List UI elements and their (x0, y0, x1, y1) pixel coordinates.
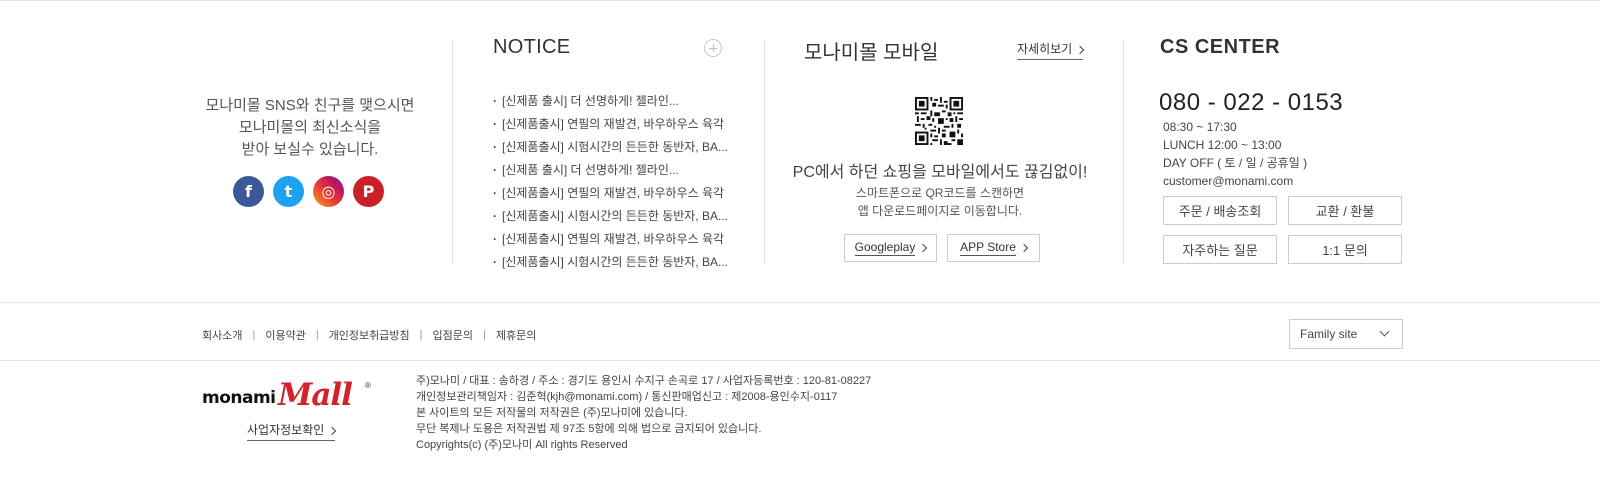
cs-lunch: LUNCH 12:00 ~ 13:00 (1163, 138, 1282, 152)
family-site-select[interactable]: Family site (1289, 319, 1403, 349)
footer-link-partnership[interactable]: 제휴문의 (496, 327, 536, 343)
sns-text-line: 모나미몰 SNS와 친구를 맺으시면 (205, 97, 415, 114)
footer-link-company[interactable]: 회사소개 (202, 327, 242, 343)
cs-email: customer@monami.com (1163, 174, 1294, 188)
notice-item[interactable]: [신제품출시] 연필의 재발견, 바우하우스 육각 (493, 230, 728, 253)
family-site-label: Family site (1300, 327, 1358, 341)
mobile-more-label: 자세히보기 (1017, 42, 1073, 56)
mobile-sub-line: 스마트폰으로 QR코드를 스캔하면 (855, 186, 1025, 200)
mobile-headline: PC에서 하던 쇼핑을 모바일에서도 끊김없이! (792, 164, 1088, 181)
chevron-right-icon (1075, 45, 1085, 55)
qr-code-icon (915, 97, 963, 145)
business-info-label: 사업자정보확인 (247, 423, 325, 437)
column-divider (764, 40, 765, 264)
googleplay-label: Googleplay (854, 240, 916, 256)
cs-phone-number: 080 - 022 - 0153 (1159, 89, 1344, 116)
company-info: 주)모나미 / 대표 : 송하경 / 주소 : 경기도 용인시 수지구 손곡로 … (416, 373, 871, 453)
logo-mall-text: Mall (278, 377, 353, 413)
nav-bottom-divider (0, 360, 1600, 361)
chevron-right-icon (1019, 243, 1029, 253)
chevron-down-icon (1379, 326, 1390, 337)
notice-item[interactable]: [신제품출시] 시험시간의 든든한 동반자, BA... (493, 138, 728, 161)
cs-center-title: CS CENTER (1160, 36, 1281, 58)
nav-top-divider (0, 302, 1600, 303)
column-divider (1123, 40, 1124, 264)
company-info-line: 개인정보관리책임자 : 김준혁(kjh@monami.com) / 통신판매업신… (416, 391, 838, 403)
footer-nav-separator: | (483, 329, 486, 341)
footer-nav-separator: | (252, 329, 256, 341)
mobile-title: 모나미몰 모바일 (804, 42, 939, 64)
footer-nav-separator: | (419, 329, 423, 341)
order-delivery-button[interactable]: 주문 / 배송조회 (1163, 196, 1277, 225)
cs-hours: 08:30 ~ 17:30 (1163, 120, 1237, 134)
mobile-more-link[interactable]: 자세히보기 (1017, 40, 1085, 60)
appstore-button[interactable]: APP Store (947, 234, 1040, 262)
notice-item[interactable]: [신제품출시] 시험시간의 든든한 동반자, BA... (493, 253, 728, 276)
company-info-line: 주)모나미 / 대표 : 송하경 / 주소 : 경기도 용인시 수지구 손곡로 … (416, 375, 872, 387)
twitter-icon[interactable]: t (273, 176, 304, 207)
exchange-refund-button[interactable]: 교환 / 환불 (1288, 196, 1402, 225)
notice-list: [신제품 출시] 더 선명하게! 젤라인... [신제품출시] 연필의 재발견,… (493, 92, 728, 276)
footer-link-store-inquiry[interactable]: 입점문의 (433, 327, 473, 343)
sns-text-line: 모나미몰의 최신소식을 (238, 119, 382, 136)
company-info-line: 본 사이트의 모든 저작물의 저작권은 (주)모나미에 있습니다. (416, 407, 688, 419)
sns-description: 모나미몰 SNS와 친구를 맺으시면 모나미몰의 최신소식을 받아 보실수 있습… (180, 95, 440, 161)
company-info-line: 무단 복제나 도용은 저작권법 제 97조 5항에 의해 법으로 금지되어 있습… (416, 423, 762, 435)
business-info-check-link[interactable]: 사업자정보확인 (247, 421, 337, 441)
mobile-sub-line: 앱 다운로드페이지로 이동합니다. (857, 204, 1023, 218)
cs-dayoff: DAY OFF ( 토 / 일 / 공휴일 ) (1163, 156, 1308, 170)
facebook-icon[interactable]: f (233, 176, 264, 207)
footer-link-privacy[interactable]: 개인정보취급방침 (329, 327, 410, 343)
appstore-label: APP Store (960, 240, 1016, 256)
logo-registered-mark: ® (365, 381, 371, 390)
googleplay-button[interactable]: Googleplay (844, 234, 937, 262)
footer-nav: 회사소개 | 이용약관 | 개인정보취급방침 | 입점문의 | 제휴문의 (202, 327, 536, 343)
notice-item[interactable]: [신제품 출시] 더 선명하게! 젤라인... (493, 92, 728, 115)
copyright-line: Copyrights(c) (주)모나미 All rights Reserved (416, 439, 628, 451)
column-divider (452, 40, 453, 264)
one-to-one-inquiry-button[interactable]: 1:1 문의 (1288, 235, 1402, 264)
cs-info: 08:30 ~ 17:30 LUNCH 12:00 ~ 13:00 DAY OF… (1163, 118, 1307, 190)
pinterest-icon[interactable]: P (353, 176, 384, 207)
faq-button[interactable]: 자주하는 질문 (1163, 235, 1277, 264)
logo-monami-text: monami (202, 388, 276, 408)
chevron-right-icon (328, 426, 337, 436)
notice-item[interactable]: [신제품출시] 연필의 재발견, 바우하우스 육각 (493, 184, 728, 207)
sns-text-line: 받아 보실수 있습니다. (241, 141, 379, 158)
notice-more-plus-icon[interactable] (704, 39, 722, 57)
footer-link-terms[interactable]: 이용약관 (265, 327, 305, 343)
instagram-icon[interactable]: ◎ (313, 176, 344, 207)
top-divider (0, 0, 1600, 1)
notice-item[interactable]: [신제품출시] 연필의 재발견, 바우하우스 육각 (493, 115, 728, 138)
mobile-description: 스마트폰으로 QR코드를 스캔하면 앱 다운로드페이지로 이동합니다. (790, 184, 1090, 220)
notice-item[interactable]: [신제품 출시] 더 선명하게! 젤라인... (493, 161, 728, 184)
notice-item[interactable]: [신제품출시] 시험시간의 든든한 동반자, BA... (493, 207, 728, 230)
chevron-right-icon (919, 243, 928, 253)
notice-title: NOTICE (493, 36, 571, 58)
sns-icon-group: f t ◎ P (233, 176, 384, 207)
footer-nav-separator: | (315, 329, 319, 341)
